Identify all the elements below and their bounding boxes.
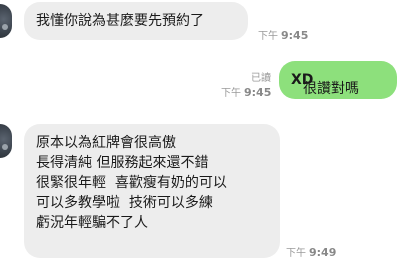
chat-thread: 我懂你說為甚麼要先預約了 下午 9:45 已讀 下午 9:45 很讚對嗎 XD 原本以… [0, 0, 412, 273]
message-line: 可以多教學啦 技術可以多練 [36, 195, 213, 211]
read-receipt: 已讀 [251, 73, 271, 84]
timestamp-period: 下午 [258, 31, 278, 42]
message-line: 原本以為紅牌會很高傲 [36, 135, 176, 151]
message-timestamp: 下午 9:45 [221, 84, 271, 99]
timestamp-time: 9:45 [244, 86, 272, 99]
sender-avatar[interactable] [0, 4, 12, 38]
timestamp-period: 下午 [221, 88, 241, 99]
sender-avatar[interactable] [0, 124, 12, 158]
incoming-message-bubble[interactable]: 原本以為紅牌會很高傲 長得清純 但服務起來還不錯 很緊很年輕 喜歡瘦有奶的可以 … [24, 124, 280, 258]
timestamp-time: 9:49 [309, 246, 337, 259]
message-text: 我懂你說為甚麼要先預約了 [36, 13, 204, 29]
message-text: 原本以為紅牌會很高傲 長得清純 但服務起來還不錯 很緊很年輕 喜歡瘦有奶的可以 … [36, 133, 227, 233]
message-timestamp: 下午 9:49 [286, 244, 336, 259]
incoming-message-bubble[interactable]: 我懂你說為甚麼要先預約了 [24, 2, 248, 40]
timestamp-period: 下午 [286, 248, 306, 259]
message-text-main: 很讚對嗎 [303, 81, 359, 97]
message-line: 很緊很年輕 喜歡瘦有奶的可以 [36, 175, 227, 191]
message-line: 虧況年輕騙不了人 [36, 215, 148, 231]
outgoing-message-bubble[interactable]: 很讚對嗎 XD [279, 61, 397, 99]
message-line: 長得清純 但服務起來還不錯 [36, 155, 209, 171]
timestamp-time: 9:45 [281, 29, 309, 42]
message-text: 很讚對嗎 XD [291, 70, 359, 97]
message-timestamp: 下午 9:45 [258, 27, 308, 42]
